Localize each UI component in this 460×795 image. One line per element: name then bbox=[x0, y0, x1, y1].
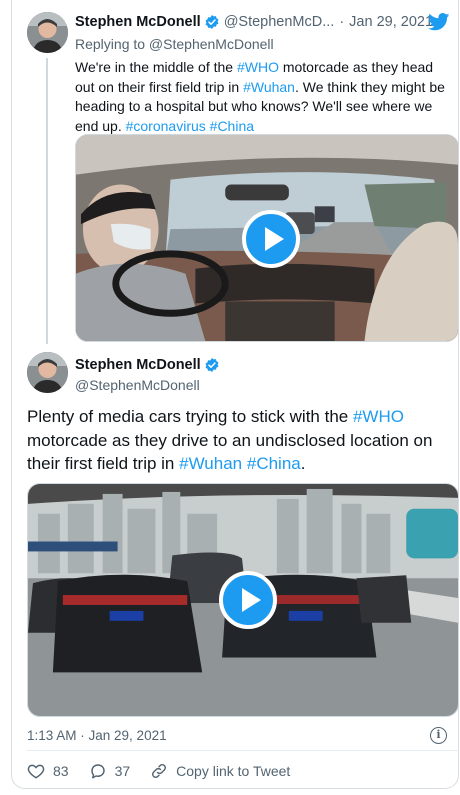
tweet-date[interactable]: Jan 29, 2021 bbox=[349, 14, 433, 30]
divider bbox=[27, 750, 459, 751]
avatar[interactable] bbox=[27, 12, 68, 53]
avatar[interactable] bbox=[27, 352, 68, 393]
main-tweet-author: Stephen McDonell bbox=[75, 357, 224, 373]
verified-badge-icon bbox=[205, 15, 219, 29]
speech-bubble-icon bbox=[90, 764, 105, 779]
text-segment: Plenty of media cars trying to stick wit… bbox=[27, 407, 353, 426]
copy-link-label: Copy link to Tweet bbox=[176, 763, 291, 779]
heart-icon bbox=[27, 764, 45, 779]
hashtag-link[interactable]: #WHO bbox=[353, 407, 404, 426]
tweet-timestamp[interactable]: 1:13 AM · Jan 29, 2021 bbox=[27, 728, 167, 743]
video-thumbnail[interactable] bbox=[75, 134, 459, 342]
like-count: 83 bbox=[53, 763, 69, 779]
text-segment: . bbox=[300, 454, 306, 473]
reply-button[interactable]: 37 bbox=[89, 762, 131, 780]
info-icon[interactable]: i bbox=[430, 727, 447, 744]
separator-dot: · bbox=[339, 14, 345, 30]
reply-tweet-header: Stephen McDonell @StephenMcD... · Jan 29… bbox=[75, 14, 433, 30]
text-segment: We're in the middle of the bbox=[75, 59, 237, 75]
author-handle[interactable]: @StephenMcDonell bbox=[75, 377, 200, 393]
author-name[interactable]: Stephen McDonell bbox=[75, 14, 201, 30]
reply-count: 37 bbox=[114, 763, 131, 779]
hashtag-link[interactable]: #China bbox=[210, 118, 254, 134]
reply-tweet-text: We're in the middle of the #WHO motorcad… bbox=[75, 58, 451, 136]
hashtag-link[interactable]: #Wuhan bbox=[243, 79, 295, 95]
main-tweet-text: Plenty of media cars trying to stick wit… bbox=[27, 405, 447, 476]
verified-badge-icon bbox=[205, 358, 219, 372]
hashtag-link[interactable]: #Wuhan bbox=[179, 454, 242, 473]
link-icon bbox=[152, 764, 167, 778]
replying-to[interactable]: Replying to @StephenMcDonell bbox=[75, 36, 274, 52]
author-name[interactable]: Stephen McDonell bbox=[75, 357, 201, 373]
hashtag-link[interactable]: #WHO bbox=[237, 59, 279, 75]
video-thumbnail[interactable] bbox=[27, 483, 459, 717]
like-button[interactable]: 83 bbox=[27, 762, 69, 780]
thread-connector bbox=[46, 58, 48, 344]
play-icon[interactable] bbox=[242, 210, 300, 268]
copy-link-button[interactable]: Copy link to Tweet bbox=[150, 762, 290, 780]
hashtag-link[interactable]: #China bbox=[247, 454, 301, 473]
tweet-embed-card: Stephen McDonell @StephenMcD... · Jan 29… bbox=[11, 0, 459, 789]
play-icon[interactable] bbox=[219, 571, 277, 629]
author-handle[interactable]: @StephenMcD... bbox=[224, 14, 335, 30]
hashtag-link[interactable]: #coronavirus bbox=[126, 118, 206, 134]
tweet-actions: 83 37 Copy link to Tweet bbox=[27, 762, 310, 780]
twitter-bird-icon[interactable] bbox=[428, 13, 450, 31]
